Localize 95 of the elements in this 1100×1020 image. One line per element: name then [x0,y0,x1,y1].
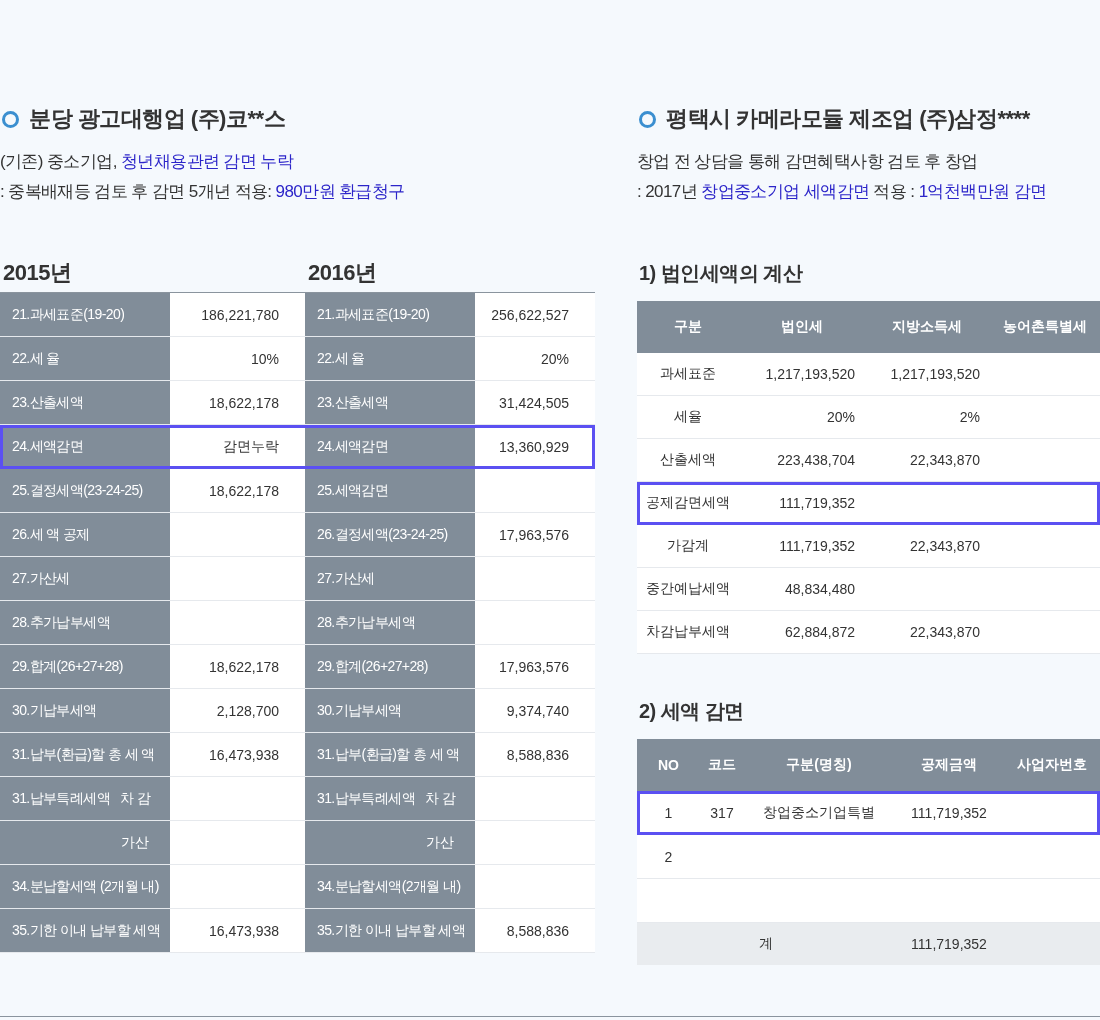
row-label: 산출세액 [659,450,717,469]
description-line: 창업 전 상담을 통해 감면혜택사항 검토 후 창업 [637,151,979,173]
table-cell: 16,473,938 [170,733,305,776]
total-amount: 111,719,352 [910,935,988,954]
table-cell-text: 111,719,352 [910,803,988,823]
row-label: 22.세 율 [305,337,475,380]
row-label: 27.가산세 [0,557,170,600]
row-label: 가산 [0,821,170,864]
table-cell-text: 2 [663,847,674,867]
row-label: 가산 [305,821,475,864]
year-title: 2016년 [307,259,378,287]
table-cell-text: 223,438,704 [776,451,856,470]
table-cell: 18,622,178 [170,645,305,688]
row-label: 35.기한 이내 납부할 세액 [0,909,170,952]
row-label: 29.합계(26+27+28) [0,645,170,688]
row-label: 24.세액감면 [305,425,475,468]
table-title: 1) 법인세액의 계산 [638,260,804,286]
table-cell: 2,128,700 [170,689,305,732]
row-label: 34.분납할세액(2개월 내) [305,865,475,908]
table-cell-text: 창업중소기업특별 [762,802,876,822]
row-label: 22.세 율 [0,337,170,380]
row-label: 25.세액감면 [305,469,475,512]
table-cell: 10% [170,337,305,380]
ring-icon [639,110,656,128]
row-label: 과세표준 [659,364,717,383]
table-title: 2) 세액 감면 [638,698,745,724]
table-cell-text: 22,343,870 [908,451,981,470]
table-cell-text: 22,343,870 [908,537,981,556]
section-heading: 분당 광고대행업 (주)코**스 [29,105,285,133]
row-label: 21.과세표준(19-20) [0,293,170,336]
row-label: 세율 [673,407,703,426]
column-header: 지방소득세 [890,317,963,336]
table-cell: 8,588,836 [475,909,595,952]
table-cell-text: 20% [825,408,856,427]
table-cell: 16,473,938 [170,909,305,952]
row-label: 35.기한 이내 납부할 세액 [305,909,475,952]
table-cell: 13,360,929 [475,425,595,468]
table-cell: 17,963,576 [475,513,595,556]
row-label: 23.산출세액 [0,381,170,424]
row-label: 차감납부세액 [645,622,731,641]
table-cell-text: 62,884,872 [783,623,856,642]
table-cell: 9,374,740 [475,689,595,732]
table-cell: 17,963,576 [475,645,595,688]
section-heading: 평택시 카메라모듈 제조업 (주)삼정**** [666,105,1030,133]
row-label: 가감계 [666,536,710,555]
column-header: 농어촌특별세 [1001,317,1088,336]
row-label: 31.납부특례세액 차 감 [0,777,170,820]
table-cell-text: 48,834,480 [783,580,856,599]
row-label: 30.기납부세액 [305,689,475,732]
table-cell: 8,588,836 [475,733,595,776]
table-cell-text: 22,343,870 [908,623,981,642]
table-cell-text: 111,719,352 [778,537,856,556]
row-label: 중간예납세액 [645,579,731,598]
table-cell: 256,622,527 [475,293,595,336]
column-header: 공제금액 [920,755,978,774]
description-line: (기존) 중소기업, 청년채용관련 감면 누락 [0,151,295,173]
row-label: 31.납부(환급)할 총 세 액 [0,733,170,776]
table-cell-text: 111,719,352 [778,494,856,513]
row-label: 30.기납부세액 [0,689,170,732]
table-cell-text: 1,217,193,520 [889,365,981,384]
row-label: 28.추가납부세액 [0,601,170,644]
ring-icon [2,110,19,128]
row-label: 27.가산세 [305,557,475,600]
description-line: : 중복배재등 검토 후 감면 5개년 적용: 980만원 환급청구 [0,181,406,203]
description-line: : 2017년 창업중소기업 세액감면 적용 : 1억천백만원 감면 [637,181,1048,203]
table-cell-text: 2% [958,408,981,427]
table-cell-text: 317 [709,803,735,823]
row-label: 31.납부(환급)할 총 세 액 [305,733,475,776]
row-label: 21.과세표준(19-20) [305,293,475,336]
table-cell: 20% [475,337,595,380]
table-cell: 감면누락 [170,425,305,468]
column-header: NO [657,756,680,775]
column-header: 법인세 [779,317,824,336]
table-cell-text: 1 [663,803,674,823]
year-title: 2015년 [2,259,73,287]
column-header: 구분 [673,317,703,336]
table-cell: 18,622,178 [170,469,305,512]
row-label: 25.결정세액(23-24-25) [0,469,170,512]
row-label: 28.추가납부세액 [305,601,475,644]
table-cell: 18,622,178 [170,381,305,424]
column-header: 코드 [707,755,737,774]
row-label: 34.분납할세액 (2개월 내) [0,865,170,908]
total-label: 계 [757,934,774,953]
row-label: 26.결정세액(23-24-25) [305,513,475,556]
table-cell: 31,424,505 [475,381,595,424]
column-header: 구분(명칭) [785,755,853,774]
row-label: 31.납부특례세액 차 감 [305,777,475,820]
table-cell-text: 1,217,193,520 [764,365,856,384]
row-label: 공제감면세액 [645,493,731,512]
table-cell: 186,221,780 [170,293,305,336]
row-label: 26.세 액 공제 [0,513,170,556]
row-label: 23.산출세액 [305,381,475,424]
row-label: 24.세액감면 [0,425,170,468]
column-header: 사업자번호 [1016,755,1088,774]
row-label: 29.합계(26+27+28) [305,645,475,688]
